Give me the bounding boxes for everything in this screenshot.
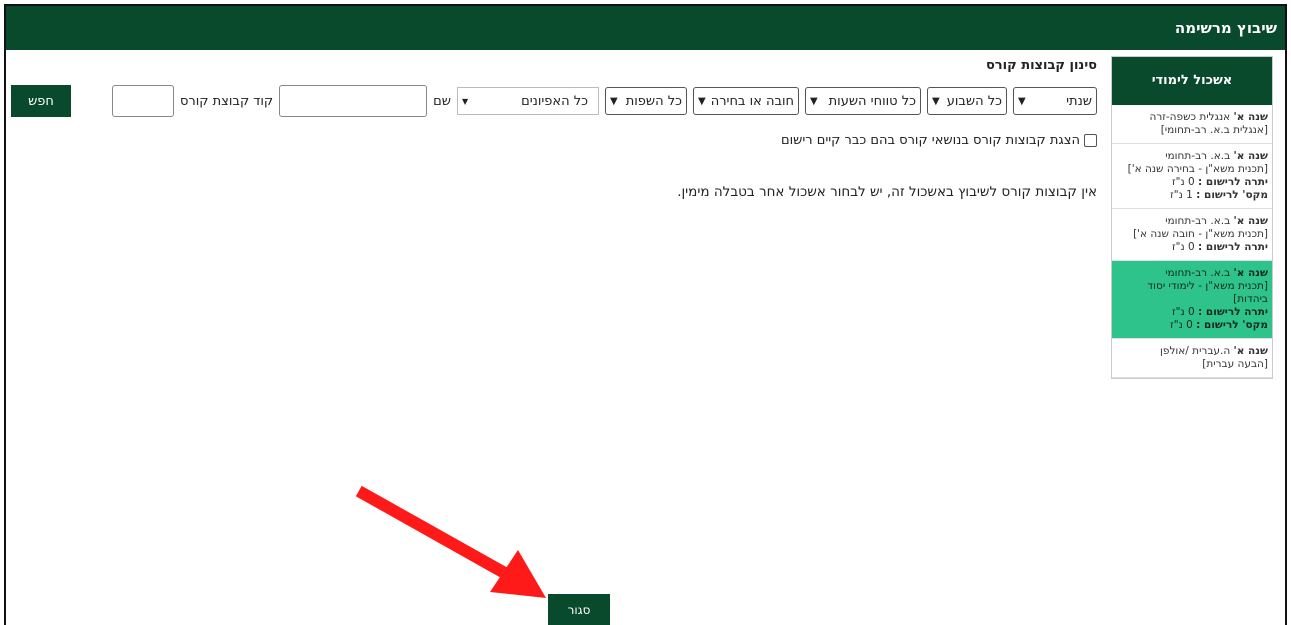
course-group-code-label: קוד קבוצת קורס [179,93,274,109]
no-results-message: אין קבוצות קורס לשיבוץ באשכול זה, יש לבח… [677,184,1097,200]
cluster-item-max: מקס' לרישום : 1 נ"ז [1170,189,1268,201]
course-group-code-input[interactable] [111,85,174,117]
feature-select[interactable]: כל האפיונים ▼ [457,87,599,115]
cluster-item[interactable]: שנה א' ה.עברית /אולפן [הבעה עברית] [1112,339,1272,378]
chevron-down-icon: ▼ [1018,95,1026,107]
cluster-item-program: [אנגלית ב.א. רב-תחומי] [1160,124,1268,136]
close-button[interactable]: סגור [548,594,610,625]
chevron-down-icon: ▼ [810,95,818,107]
type-select-value: חובה או בחירה [710,93,794,109]
caret-down-icon: ▼ [462,96,469,106]
chevron-down-icon: ▼ [932,95,940,107]
language-select-value: כל השפות [625,93,682,109]
cluster-item-title: שנה א' ה.עברית /אולפן [1160,345,1268,357]
year-select-value: שנתי [1066,93,1092,109]
show-existing-checkbox[interactable] [1084,134,1097,147]
chevron-down-icon: ▼ [698,95,706,107]
cluster-item-title: שנה א' ב.א. רב-תחומי [1165,215,1268,227]
name-input[interactable] [279,85,428,117]
dialog-frame: שיבוץ מרשימה אשכול לימודי שנה א' אנגלית … [4,4,1287,625]
cluster-item[interactable]: שנה א' אנגלית כשפה-זרה [אנגלית ב.א. רב-תח… [1112,105,1272,144]
cluster-item-remaining: יתרה לרישום : 0 נ"ז [1172,306,1268,318]
cluster-item-program: [תכנית משא"ן - לימודי יסוד ביהדות] [1147,280,1268,305]
dialog-title: שיבוץ מרשימה [6,6,1285,50]
hours-select[interactable]: כל טווחי השעות ▼ [805,87,921,115]
feature-select-value: כל האפיונים [521,93,588,109]
cluster-item[interactable]: שנה א' ב.א. רב-תחומי [תכנית משא"ן - לימוד… [1112,261,1272,339]
cluster-item-title: שנה א' אנגלית כשפה-זרה [1149,111,1268,123]
filter-row: שנתי ▼ כל השבוע ▼ כל טווחי השעות ▼ חובה … [11,84,1097,118]
language-select[interactable]: כל השפות ▼ [605,87,687,115]
cluster-item-max: מקס' לרישום : 0 נ"ז [1170,319,1268,331]
search-button[interactable]: חפש [11,85,71,117]
week-select[interactable]: כל השבוע ▼ [927,87,1007,115]
show-existing-option[interactable]: הצגת קבוצות קורס בנושאי קורס בהם כבר קיי… [781,133,1097,148]
arrow-shaft [355,485,519,585]
cluster-item-program: [תכנית משא"ן - בחירה שנה א'] [1127,163,1268,175]
cluster-item-remaining: יתרה לרישום : 0 נ"ז [1172,176,1268,188]
cluster-item[interactable]: שנה א' ב.א. רב-תחומי [תכנית משא"ן - בחירה… [1112,144,1272,209]
cluster-item-title: שנה א' ב.א. רב-תחומי [1165,267,1268,279]
cluster-item-program: [הבעה עברית] [1202,358,1268,370]
chevron-down-icon: ▼ [610,95,618,107]
cluster-item-program: [תכנית משא"ן - חובה שנה א'] [1133,228,1268,240]
show-existing-label: הצגת קבוצות קורס בנושאי קורס בהם כבר קיי… [780,133,1080,148]
red-arrow-annotation [355,485,546,598]
hours-select-value: כל טווחי השעות [828,93,916,109]
year-select[interactable]: שנתי ▼ [1013,87,1097,115]
cluster-item-remaining: יתרה לרישום : 0 נ"ז [1172,241,1268,253]
cluster-item[interactable]: שנה א' ב.א. רב-תחומי [תכנית משא"ן - חובה … [1112,209,1272,261]
name-label: שם [433,93,451,109]
cluster-item-title: שנה א' ב.א. רב-תחומי [1165,150,1268,162]
filter-title: סינון קבוצות קורס [985,58,1097,73]
type-select[interactable]: חובה או בחירה ▼ [693,87,799,115]
study-cluster-header: אשכול לימודי [1112,57,1272,105]
study-cluster-panel: אשכול לימודי שנה א' אנגלית כשפה-זרה [אנגל… [1111,56,1273,379]
week-select-value: כל השבוע [946,93,1002,109]
